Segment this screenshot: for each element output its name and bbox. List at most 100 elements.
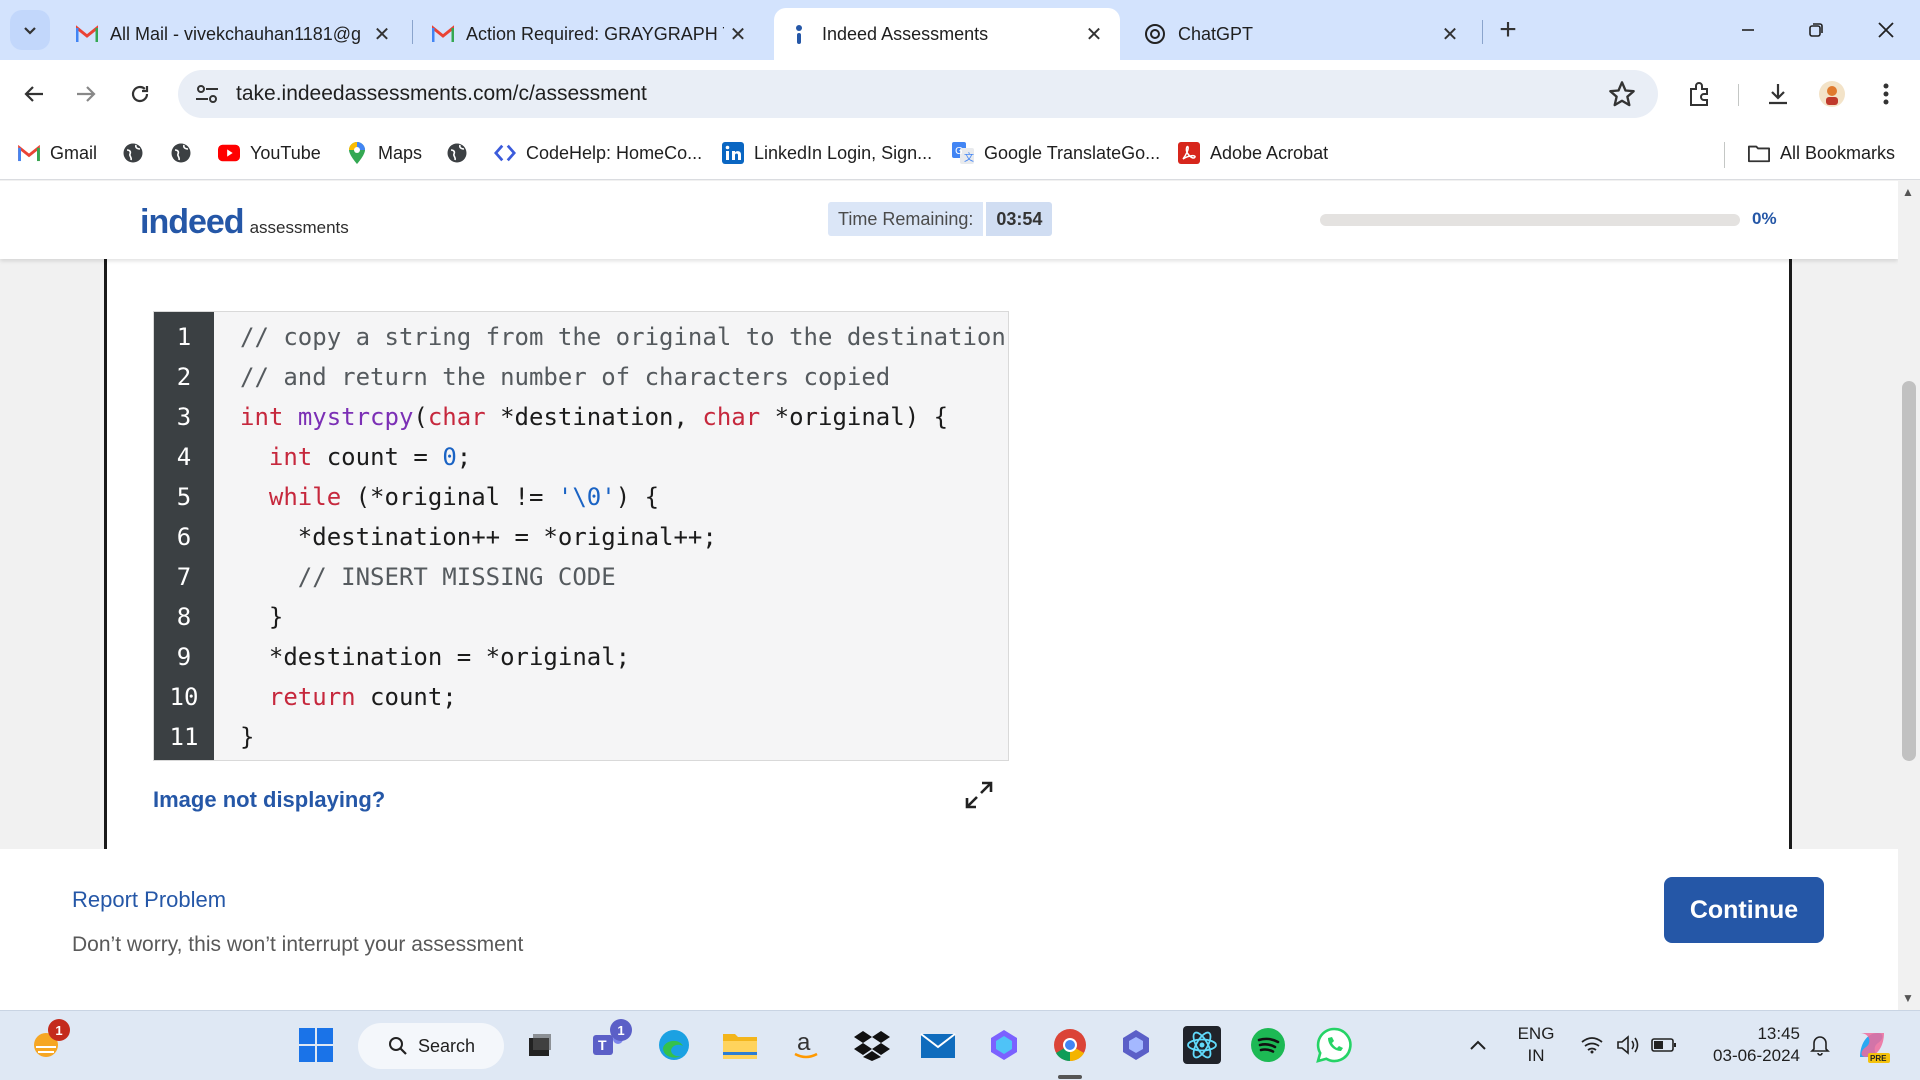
new-tab-button[interactable]: + — [1492, 14, 1524, 46]
bookmark-youtube[interactable]: YouTube — [218, 138, 321, 168]
logo-wordmark: indeed — [140, 203, 245, 241]
image-not-displaying-link[interactable]: Image not displaying? — [153, 787, 385, 813]
report-problem-link[interactable]: Report Problem — [72, 887, 226, 913]
wifi-icon[interactable] — [1572, 1025, 1612, 1065]
input-language[interactable]: ENG IN — [1512, 1023, 1560, 1067]
copilot-app-icon[interactable] — [984, 1025, 1024, 1065]
tab-separator — [412, 20, 413, 44]
scroll-up-icon[interactable]: ▲ — [1902, 185, 1914, 199]
continue-button[interactable]: Continue — [1664, 877, 1824, 943]
bookmark-star-icon[interactable] — [1608, 80, 1636, 108]
expand-icon[interactable] — [963, 779, 995, 811]
back-button[interactable] — [14, 74, 54, 114]
svg-text:PRE: PRE — [1870, 1054, 1887, 1063]
close-icon[interactable]: ✕ — [1438, 22, 1462, 47]
weather-widget[interactable]: 1 — [26, 1019, 70, 1065]
browser-tab-strip: All Mail - vivekchauhan1181@g ✕ Action R… — [0, 0, 1920, 60]
react-devtools-icon[interactable] — [1182, 1025, 1222, 1065]
chatgpt-icon — [1144, 23, 1166, 45]
close-window-button[interactable] — [1866, 12, 1906, 48]
bookmark-gmail[interactable]: Gmail — [18, 138, 97, 168]
task-view-icon[interactable] — [520, 1025, 560, 1065]
reload-icon — [131, 85, 149, 103]
close-icon[interactable]: ✕ — [370, 22, 394, 47]
bookmark-label: Maps — [378, 142, 423, 163]
search-icon — [389, 1037, 407, 1055]
scrollbar-thumb[interactable] — [1902, 381, 1916, 761]
restore-button[interactable] — [1796, 12, 1836, 48]
assessment-footer: Report Problem Don’t worry, this won’t i… — [0, 849, 1898, 1010]
bookmarks-separator — [1724, 142, 1725, 168]
address-bar[interactable]: take.indeedassessments.com/c/assessment — [178, 70, 1658, 118]
line-number: 10 — [169, 683, 199, 711]
bookmark-linkedin[interactable]: LinkedIn Login, Sign... — [722, 138, 932, 168]
battery-icon[interactable] — [1644, 1025, 1684, 1065]
bookmark-globe-1[interactable] — [122, 138, 154, 168]
tab-chatgpt[interactable]: ChatGPT ✕ — [1130, 8, 1476, 60]
mail-icon[interactable] — [918, 1025, 958, 1065]
indeed-logo[interactable]: indeed assessments — [140, 203, 349, 242]
profile-avatar[interactable] — [1816, 78, 1848, 110]
amazon-icon[interactable]: a — [786, 1025, 826, 1065]
page-viewport: indeed assessments Time Remaining: 03:54… — [0, 181, 1898, 1010]
line-number: 6 — [176, 523, 192, 551]
tab-action-required[interactable]: Action Required: GRAYGRAPH T ✕ — [418, 8, 764, 60]
copilot-preview-icon[interactable]: PRE — [1852, 1025, 1892, 1065]
copilot-icon[interactable] — [1116, 1025, 1156, 1065]
extensions-icon[interactable] — [1684, 78, 1716, 110]
edge-icon[interactable] — [654, 1025, 694, 1065]
spotify-icon[interactable] — [1248, 1025, 1288, 1065]
forward-button[interactable] — [66, 74, 106, 114]
line-number: 1 — [176, 323, 192, 351]
line-number: 9 — [176, 643, 192, 671]
close-icon[interactable]: ✕ — [726, 22, 750, 47]
start-button[interactable] — [296, 1025, 336, 1065]
arrow-left-icon — [24, 86, 43, 102]
minimize-button[interactable] — [1728, 12, 1768, 48]
time-remaining: Time Remaining: 03:54 — [828, 202, 1053, 236]
translate-icon: G文 — [952, 142, 974, 164]
tab-all-mail[interactable]: All Mail - vivekchauhan1181@g ✕ — [62, 8, 408, 60]
teams-icon[interactable]: T 1 — [588, 1019, 632, 1065]
clock[interactable]: 13:45 03-06-2024 — [1690, 1023, 1800, 1067]
scroll-down-icon[interactable]: ▼ — [1902, 991, 1914, 1005]
chrome-icon[interactable] — [1050, 1025, 1090, 1065]
site-settings-icon[interactable] — [194, 82, 220, 106]
file-explorer-icon[interactable] — [720, 1025, 760, 1065]
windows-taskbar: 1 Search T 1 a ENG IN 13:45 03-06-2024 P… — [0, 1010, 1920, 1080]
bookmark-codehelp[interactable]: CodeHelp: HomeCo... — [494, 138, 702, 168]
dropbox-icon[interactable] — [852, 1025, 892, 1065]
tab-title: ChatGPT — [1178, 23, 1254, 44]
whatsapp-icon[interactable] — [1314, 1025, 1354, 1065]
all-bookmarks-button[interactable]: All Bookmarks — [1748, 138, 1895, 168]
bookmark-globe-3[interactable] — [446, 138, 478, 168]
notification-bell-icon[interactable] — [1800, 1025, 1840, 1065]
taskbar-search[interactable]: Search — [358, 1023, 504, 1069]
bookmark-adobe-acrobat[interactable]: Adobe Acrobat — [1178, 138, 1328, 168]
region-code: IN — [1527, 1046, 1545, 1065]
reload-button[interactable] — [120, 74, 160, 114]
line-number: 8 — [176, 603, 192, 631]
codehelp-icon — [494, 142, 516, 164]
tab-title: Action Required: GRAYGRAPH T — [466, 23, 724, 44]
tab-search-button[interactable] — [10, 10, 50, 50]
tab-title: Indeed Assessments — [822, 23, 989, 44]
bookmark-google-translate[interactable]: G文 Google TranslateGo... — [952, 138, 1160, 168]
menu-kebab-icon[interactable] — [1870, 78, 1902, 110]
bookmark-maps[interactable]: Maps — [346, 138, 422, 168]
time-remaining-value: 03:54 — [986, 202, 1053, 236]
download-icon[interactable] — [1762, 78, 1794, 110]
line-number: 5 — [176, 483, 192, 511]
linkedin-icon — [722, 142, 744, 164]
youtube-icon — [218, 142, 240, 164]
close-icon[interactable]: ✕ — [1082, 22, 1106, 47]
code-line: // and return the number of characters c… — [240, 363, 891, 391]
page-scrollbar[interactable]: ▲ ▼ — [1898, 181, 1920, 1010]
report-problem-note: Don’t worry, this won’t interrupt your a… — [72, 933, 524, 956]
tab-indeed-assessments[interactable]: Indeed Assessments ✕ — [774, 8, 1120, 60]
bookmark-globe-2[interactable] — [170, 138, 202, 168]
code-line: return count; — [268, 683, 457, 711]
volume-icon[interactable] — [1608, 1025, 1648, 1065]
code-line: int count = 0; — [268, 443, 472, 471]
show-hidden-icons-chevron-icon[interactable] — [1458, 1025, 1498, 1065]
